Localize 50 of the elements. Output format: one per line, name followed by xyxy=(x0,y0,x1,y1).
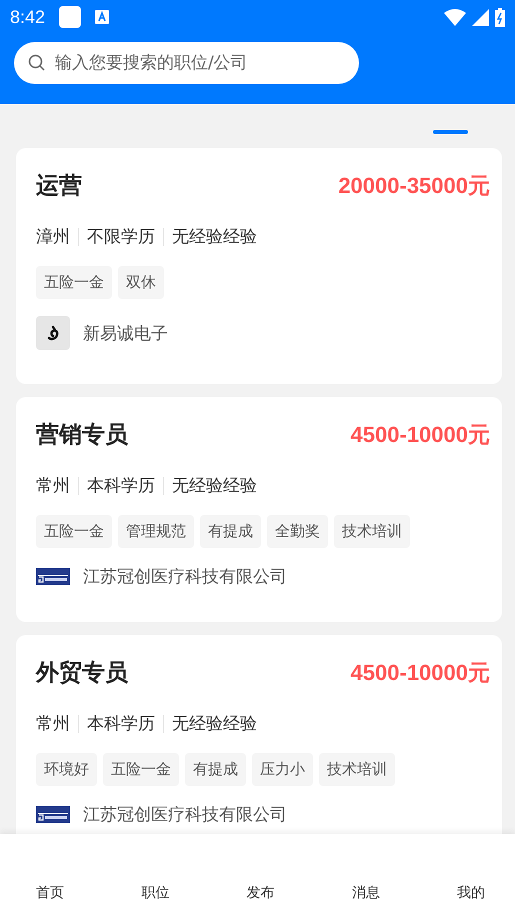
job-requirement: 常州 xyxy=(36,715,71,733)
notification-icon xyxy=(59,6,82,28)
salary: 4500-10000元 xyxy=(350,420,490,448)
signal-icon xyxy=(472,8,489,26)
company-logo xyxy=(36,568,70,585)
job-requirement: 无经验经验 xyxy=(163,715,265,733)
salary: 4500-10000元 xyxy=(350,658,490,686)
search-icon xyxy=(28,54,45,71)
job-requirement: 本科学历 xyxy=(78,715,163,733)
job-card[interactable]: 运营 20000-35000元 漳州 不限学历 无经验经验 五险一金 双休 新易诚电子 xyxy=(16,148,502,384)
job-requirement: 无经验经验 xyxy=(163,477,265,495)
company-name: 新易诚电子 xyxy=(83,322,168,344)
job-requirement: 漳州 xyxy=(36,228,71,246)
benefit-tag: 五险一金 xyxy=(36,515,112,548)
company-logo xyxy=(36,806,70,823)
status-time: 8:42 xyxy=(10,6,46,28)
benefit-tag: 双休 xyxy=(118,266,164,299)
company-name: 江苏冠创医疗科技有限公司 xyxy=(83,804,287,826)
job-card[interactable]: 外贸专员 4500-10000元 常州 本科学历 无经验经验 环境好 五险一金 有提成 压力小 技术培训 江苏冠创医疗科技有限公司 xyxy=(16,635,502,834)
job-title: 外贸专员 xyxy=(36,659,128,688)
nav-item[interactable]: 我的 xyxy=(457,884,485,902)
tab-indicator xyxy=(433,130,468,134)
nav-item[interactable]: 发布 xyxy=(246,884,274,902)
company-name: 江苏冠创医疗科技有限公司 xyxy=(83,566,287,588)
nav-item[interactable]: 消息 xyxy=(352,884,380,902)
nav-item[interactable]: 首页 xyxy=(36,884,64,902)
benefit-tag: 技术培训 xyxy=(319,753,395,786)
benefit-tag: 有提成 xyxy=(185,753,246,786)
benefit-tag: 五险一金 xyxy=(103,753,179,786)
benefit-tag: 压力小 xyxy=(252,753,313,786)
keyboard-icon xyxy=(95,10,110,24)
wifi-icon xyxy=(444,8,466,26)
benefit-tag: 五险一金 xyxy=(36,266,112,299)
benefit-tag: 有提成 xyxy=(200,515,261,548)
job-title: 运营 xyxy=(36,172,82,201)
benefit-tag: 技术培训 xyxy=(334,515,410,548)
job-card[interactable]: 营销专员 4500-10000元 常州 本科学历 无经验经验 五险一金 管理规范 有提成 全勤奖 技术培训 江苏冠创医疗科技有限公司 xyxy=(16,397,502,622)
benefit-tag: 全勤奖 xyxy=(267,515,328,548)
job-requirement: 无经验经验 xyxy=(163,228,265,246)
salary: 20000-35000元 xyxy=(338,172,490,200)
battery-icon xyxy=(495,8,505,26)
job-requirement: 常州 xyxy=(36,477,71,495)
nav-item[interactable]: 职位 xyxy=(141,884,170,902)
benefit-tag: 管理规范 xyxy=(118,515,194,548)
job-requirement: 本科学历 xyxy=(78,477,163,495)
job-requirement: 不限学历 xyxy=(78,228,163,246)
company-logo xyxy=(36,316,70,350)
job-title: 营销专员 xyxy=(36,421,128,450)
benefit-tag: 环境好 xyxy=(36,753,97,786)
search-field[interactable]: 输入您要搜索的职位/公司 xyxy=(14,42,359,84)
